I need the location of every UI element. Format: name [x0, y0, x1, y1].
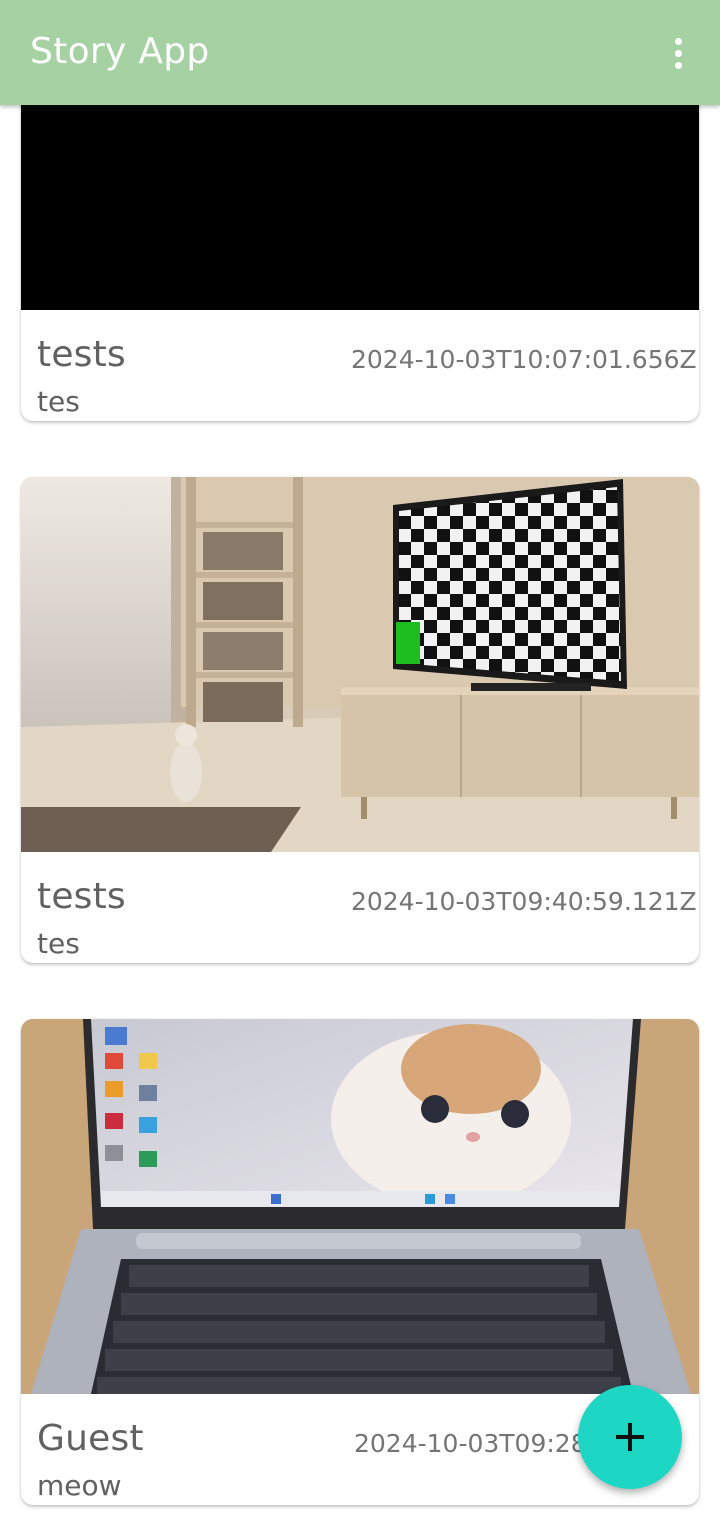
story-description: tes	[37, 927, 80, 960]
story-date: 2024-10-03T09:40:59.121Z	[351, 887, 697, 916]
story-date: 2024-10-03T10:07:01.656Z	[351, 345, 697, 374]
story-name: Guest	[37, 1418, 144, 1459]
app-bar: Story App	[0, 0, 720, 105]
app-title: Story App	[30, 31, 210, 72]
add-icon	[616, 1423, 644, 1451]
story-name: tests	[37, 334, 126, 375]
story-date: 2024-10-03T09:28:1	[354, 1429, 611, 1458]
story-image	[21, 1019, 699, 1394]
story-image	[21, 477, 699, 852]
story-card[interactable]: tests 2024-10-03T09:40:59.121Z tes	[21, 477, 699, 963]
story-description: meow	[37, 1469, 122, 1502]
add-story-button[interactable]	[578, 1385, 682, 1489]
more-vert-icon[interactable]	[658, 32, 698, 76]
story-description: tes	[37, 385, 80, 418]
story-feed[interactable]: tests 2024-10-03T10:07:01.656Z tes tests…	[0, 0, 720, 1527]
story-name: tests	[37, 876, 126, 917]
